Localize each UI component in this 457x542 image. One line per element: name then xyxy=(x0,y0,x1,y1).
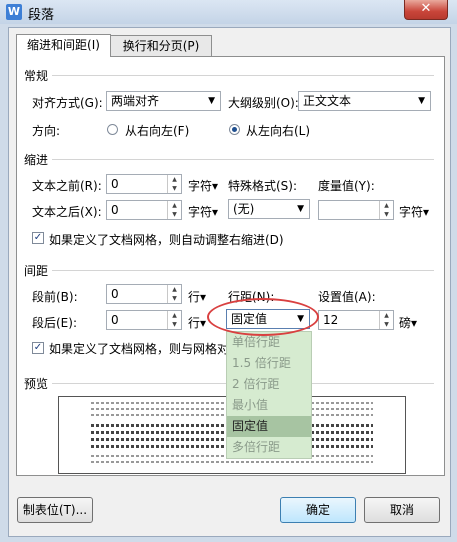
tab-line-page-break[interactable]: 换行和分页(P) xyxy=(110,35,212,56)
chevron-down-icon: ▼ xyxy=(418,96,425,106)
special-format-value: (无) xyxy=(233,202,255,216)
dropdown-option[interactable]: 1.5 倍行距 xyxy=(227,353,311,374)
alignment-value: 两端对齐 xyxy=(111,94,160,108)
alignment-label: 对齐方式(G): xyxy=(32,96,103,110)
set-value-value: 12 xyxy=(323,313,339,327)
chevron-down-icon: ▼ xyxy=(297,204,304,214)
spin-arrows-icon[interactable]: ▲ ▼ xyxy=(379,201,393,219)
space-before-value: 0 xyxy=(111,287,119,301)
ltr-label[interactable]: 从左向右(L) xyxy=(246,122,310,139)
spin-arrows-icon[interactable]: ▲ ▼ xyxy=(167,201,181,219)
measure-label: 度量值(Y): xyxy=(318,179,375,193)
wps-app-icon: W xyxy=(6,4,22,20)
indent-after-label: 文本之后(X): xyxy=(32,205,102,219)
indent-after-stepper[interactable]: 0 ▲ ▼ xyxy=(106,200,182,220)
divider xyxy=(52,75,434,76)
highlight-ellipse xyxy=(207,298,319,336)
space-before-label: 段前(B): xyxy=(32,290,78,304)
ltr-radio[interactable] xyxy=(229,124,240,135)
indent-before-unit[interactable]: 字符▾ xyxy=(188,177,218,194)
special-format-label: 特殊格式(S): xyxy=(228,179,298,193)
spin-arrows-icon[interactable]: ▲ ▼ xyxy=(167,311,181,329)
title-bar[interactable] xyxy=(0,0,457,24)
tab-stops-button[interactable]: 制表位(T)... xyxy=(17,497,93,523)
general-section-title: 常规 xyxy=(24,69,49,83)
measure-unit[interactable]: 字符▾ xyxy=(399,203,429,220)
space-after-stepper[interactable]: 0 ▲ ▼ xyxy=(106,310,182,330)
dropdown-option[interactable]: 2 倍行距 xyxy=(227,374,311,395)
set-value-label: 设置值(A): xyxy=(318,290,376,304)
preview-line xyxy=(91,461,373,463)
outline-level-value: 正文文本 xyxy=(303,94,352,108)
cancel-button[interactable]: 取消 xyxy=(364,497,440,523)
chevron-down-icon: ▼ xyxy=(208,96,215,106)
space-after-label: 段后(E): xyxy=(32,316,77,330)
space-after-unit[interactable]: 行▾ xyxy=(188,314,206,331)
measure-stepper[interactable]: ▲ ▼ xyxy=(318,200,394,220)
alignment-select[interactable]: 两端对齐 ▼ xyxy=(106,91,221,111)
spin-arrows-icon[interactable]: ▲ ▼ xyxy=(167,285,181,303)
dropdown-option[interactable]: 最小值 xyxy=(227,395,311,416)
special-format-select[interactable]: (无) ▼ xyxy=(228,199,310,219)
divider xyxy=(52,270,434,271)
space-after-value: 0 xyxy=(111,313,119,327)
space-before-unit[interactable]: 行▾ xyxy=(188,288,206,305)
spacing-section-title: 间距 xyxy=(24,264,49,278)
dialog-title: 段落 xyxy=(28,8,55,23)
rtl-label[interactable]: 从右向左(F) xyxy=(125,122,189,139)
outline-level-label: 大纲级别(O): xyxy=(228,96,299,110)
indent-grid-checkbox[interactable]: ✓ xyxy=(32,232,44,244)
indent-section-title: 缩进 xyxy=(24,153,49,167)
outline-level-select[interactable]: 正文文本 ▼ xyxy=(298,91,431,111)
indent-before-label: 文本之前(R): xyxy=(32,179,102,193)
dropdown-option[interactable]: 多倍行距 xyxy=(227,437,311,458)
dropdown-option-selected[interactable]: 固定值 xyxy=(227,416,311,437)
spin-arrows-icon[interactable]: ▲ ▼ xyxy=(379,311,393,329)
indent-before-value: 0 xyxy=(111,177,119,191)
spacing-grid-checkbox[interactable]: ✓ xyxy=(32,342,44,354)
set-value-stepper[interactable]: 12 ▲ ▼ xyxy=(318,310,394,330)
ok-button[interactable]: 确定 xyxy=(280,497,356,523)
direction-label: 方向: xyxy=(32,124,61,138)
indent-grid-label[interactable]: 如果定义了文档网格，则自动调整右缩进(D) xyxy=(49,231,284,248)
indent-before-stepper[interactable]: 0 ▲ ▼ xyxy=(106,174,182,194)
space-before-stepper[interactable]: 0 ▲ ▼ xyxy=(106,284,182,304)
preview-section-title: 预览 xyxy=(24,377,49,391)
indent-after-unit[interactable]: 字符▾ xyxy=(188,203,218,220)
close-button[interactable]: ✕ xyxy=(404,0,448,20)
line-spacing-dropdown[interactable]: 单倍行距 1.5 倍行距 2 倍行距 最小值 固定值 多倍行距 xyxy=(226,331,312,459)
tab-indent-spacing[interactable]: 缩进和间距(I) xyxy=(16,34,111,57)
spin-arrows-icon[interactable]: ▲ ▼ xyxy=(167,175,181,193)
indent-after-value: 0 xyxy=(111,203,119,217)
set-value-unit[interactable]: 磅▾ xyxy=(399,314,417,331)
spacing-grid-label[interactable]: 如果定义了文档网格，则与网格对 xyxy=(49,340,229,357)
rtl-radio[interactable] xyxy=(107,124,118,135)
divider xyxy=(52,159,434,160)
